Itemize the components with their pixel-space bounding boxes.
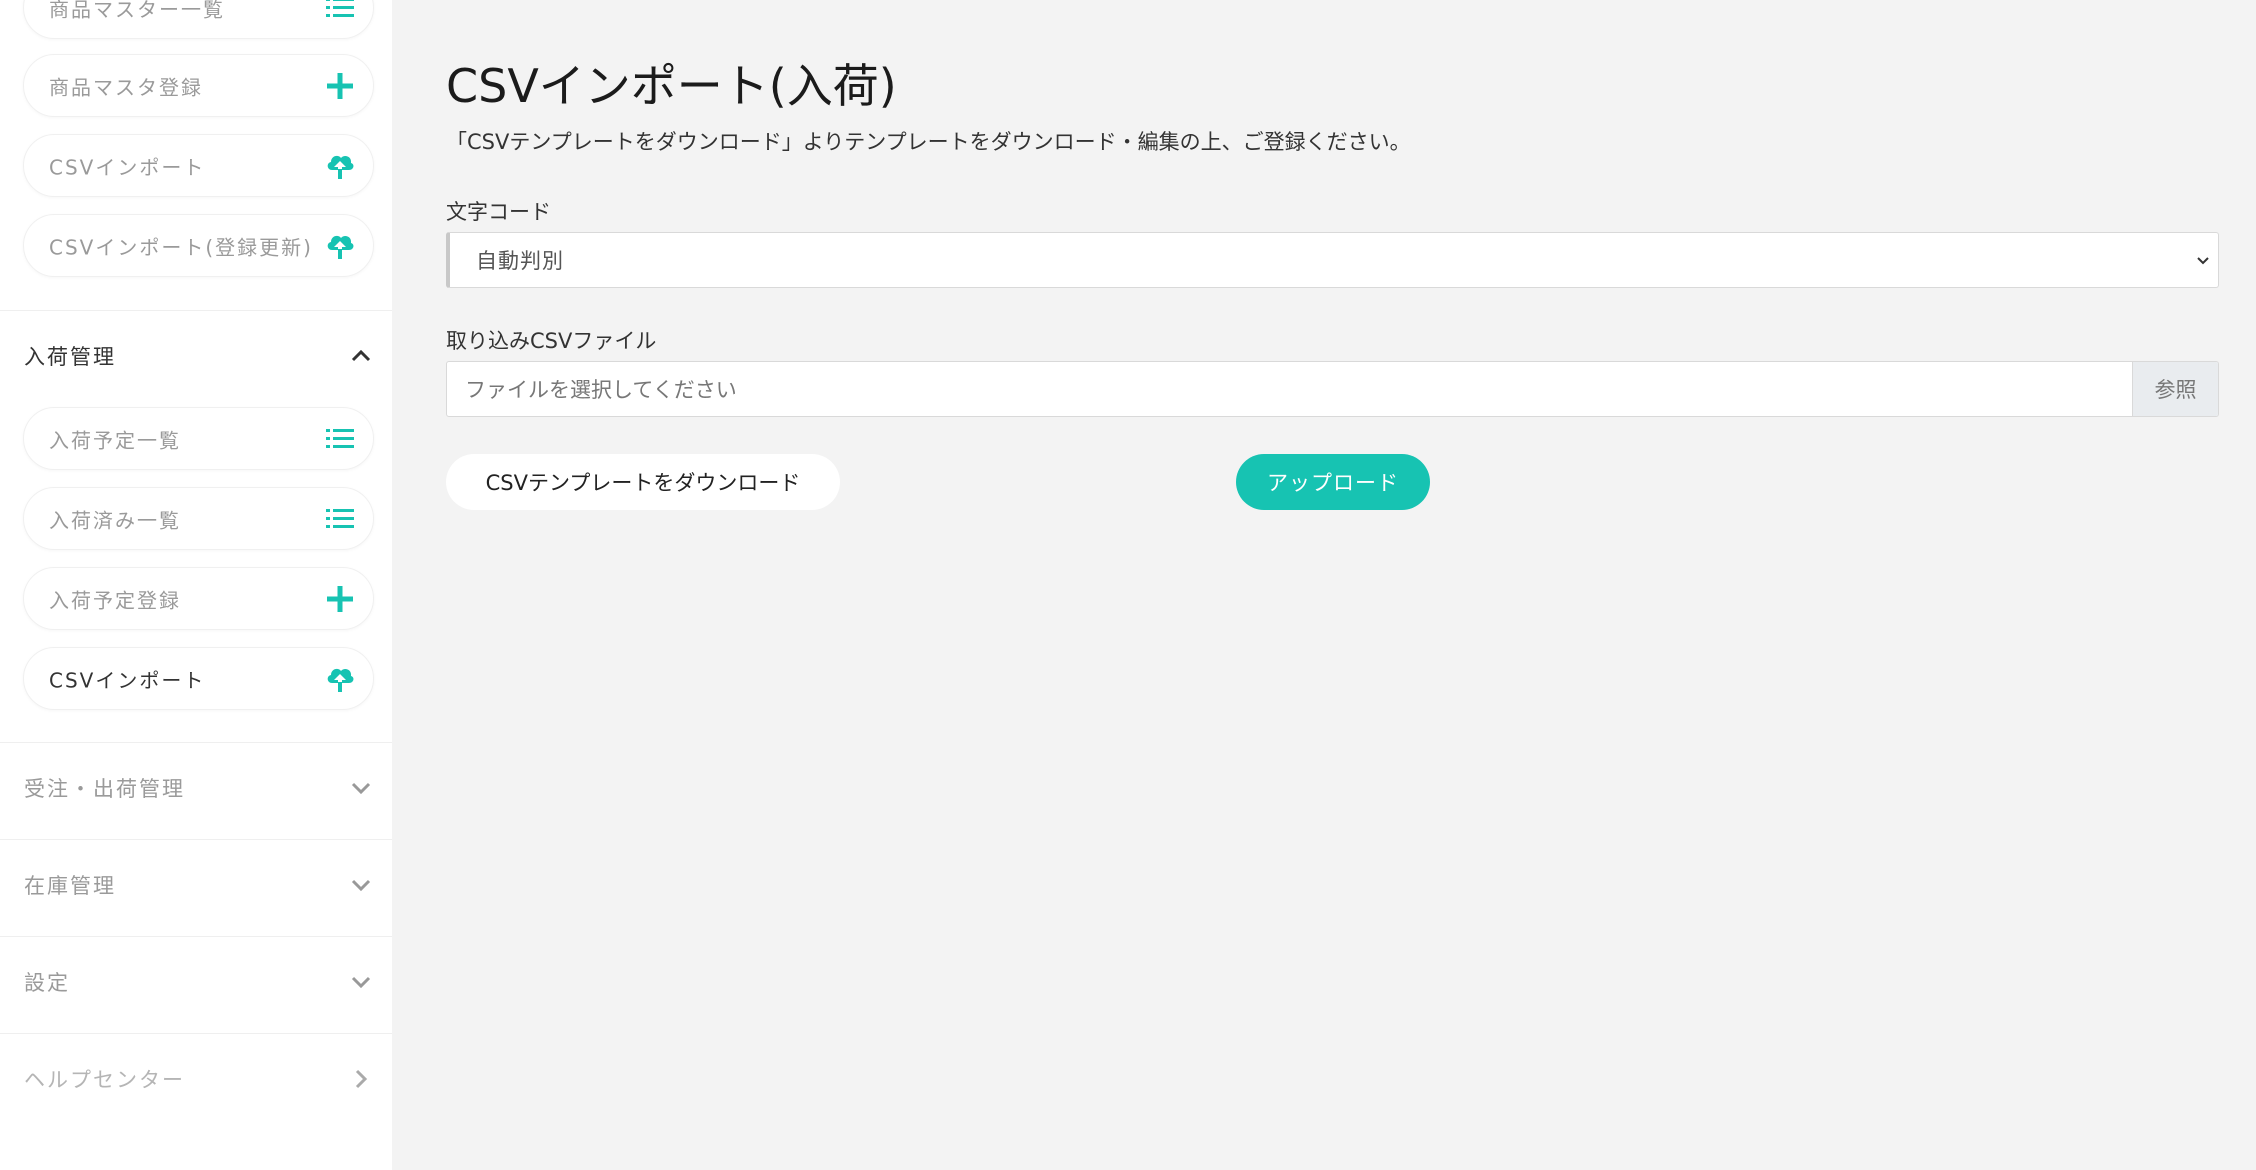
sidebar-section-settings[interactable]: 設定 bbox=[0, 936, 392, 1026]
plus-icon bbox=[325, 71, 355, 101]
sidebar-section-arrival[interactable]: 入荷管理 bbox=[0, 310, 392, 400]
sidebar-item-product-csv-import[interactable]: CSVインポート bbox=[23, 134, 374, 197]
chevron-right-icon bbox=[355, 1069, 368, 1088]
sidebar-item-label: 入荷予定登録 bbox=[49, 588, 181, 612]
list-icon bbox=[325, 504, 355, 534]
list-icon bbox=[325, 424, 355, 454]
sidebar-section-help-center[interactable]: ヘルプセンター bbox=[0, 1033, 392, 1123]
download-template-button[interactable]: CSVテンプレートをダウンロード bbox=[446, 454, 840, 510]
sidebar-item-label: 商品マスタ登録 bbox=[49, 75, 203, 99]
chevron-up-icon bbox=[351, 349, 371, 361]
sidebar-item-label: 入荷予定一覧 bbox=[49, 428, 181, 452]
sidebar-section-inventory[interactable]: 在庫管理 bbox=[0, 839, 392, 929]
cloud-upload-icon bbox=[325, 664, 355, 694]
cloud-upload-icon bbox=[325, 231, 355, 261]
sidebar-item-product-register[interactable]: 商品マスタ登録 bbox=[23, 54, 374, 117]
list-icon bbox=[325, 0, 355, 23]
sidebar-section-label: 在庫管理 bbox=[24, 873, 116, 898]
page-description: 「CSVテンプレートをダウンロード」よりテンプレートをダウンロード・編集の上、ご… bbox=[446, 130, 1411, 154]
csv-file-placeholder: ファイルを選択してください bbox=[465, 378, 737, 402]
plus-icon bbox=[325, 584, 355, 614]
main-content: CSVインポート(入荷) 「CSVテンプレートをダウンロード」よりテンプレートを… bbox=[392, 0, 2256, 1170]
sidebar-section-label: 受注・出荷管理 bbox=[24, 776, 185, 801]
cloud-upload-icon bbox=[325, 151, 355, 181]
encoding-select-value: 自動判別 bbox=[476, 249, 564, 273]
sidebar-section-label: 入荷管理 bbox=[24, 344, 116, 369]
sidebar-item-arrival-done-list[interactable]: 入荷済み一覧 bbox=[23, 487, 374, 550]
sidebar-section-label: ヘルプセンター bbox=[24, 1067, 185, 1092]
sidebar-item-label: 商品マスター一覧 bbox=[49, 0, 225, 21]
sidebar-item-arrival-csv-import[interactable]: CSVインポート bbox=[23, 647, 374, 710]
upload-button[interactable]: アップロード bbox=[1236, 454, 1430, 510]
sidebar: 商品マスター一覧 商品マスタ登録 CSVインポート CSVインポート(登録更新) bbox=[0, 0, 392, 1170]
chevron-down-icon bbox=[351, 782, 371, 794]
chevron-down-icon bbox=[351, 879, 371, 891]
sidebar-item-label: CSVインポート(登録更新) bbox=[49, 235, 313, 259]
sidebar-item-label: CSVインポート bbox=[49, 155, 206, 179]
sidebar-section-orders-shipping[interactable]: 受注・出荷管理 bbox=[0, 742, 392, 832]
encoding-label: 文字コード bbox=[446, 200, 551, 224]
browse-button[interactable]: 参照 bbox=[2132, 362, 2218, 416]
sidebar-item-label: 入荷済み一覧 bbox=[49, 508, 181, 532]
page-title: CSVインポート(入荷) bbox=[446, 59, 897, 113]
app: 商品マスター一覧 商品マスタ登録 CSVインポート CSVインポート(登録更新) bbox=[0, 0, 2256, 1170]
encoding-select[interactable]: 自動判別 bbox=[446, 232, 2219, 288]
sidebar-item-arrival-schedule-register[interactable]: 入荷予定登録 bbox=[23, 567, 374, 630]
sidebar-item-arrival-schedule-list[interactable]: 入荷予定一覧 bbox=[23, 407, 374, 470]
sidebar-section-label: 設定 bbox=[24, 970, 70, 995]
sidebar-item-label: CSVインポート bbox=[49, 668, 206, 692]
chevron-down-icon bbox=[2197, 257, 2209, 265]
sidebar-item-product-list[interactable]: 商品マスター一覧 bbox=[23, 0, 374, 39]
chevron-down-icon bbox=[351, 976, 371, 988]
csv-file-input[interactable]: ファイルを選択してください 参照 bbox=[446, 361, 2219, 417]
sidebar-item-product-csv-import-update[interactable]: CSVインポート(登録更新) bbox=[23, 214, 374, 277]
csv-file-label: 取り込みCSVファイル bbox=[446, 329, 657, 353]
